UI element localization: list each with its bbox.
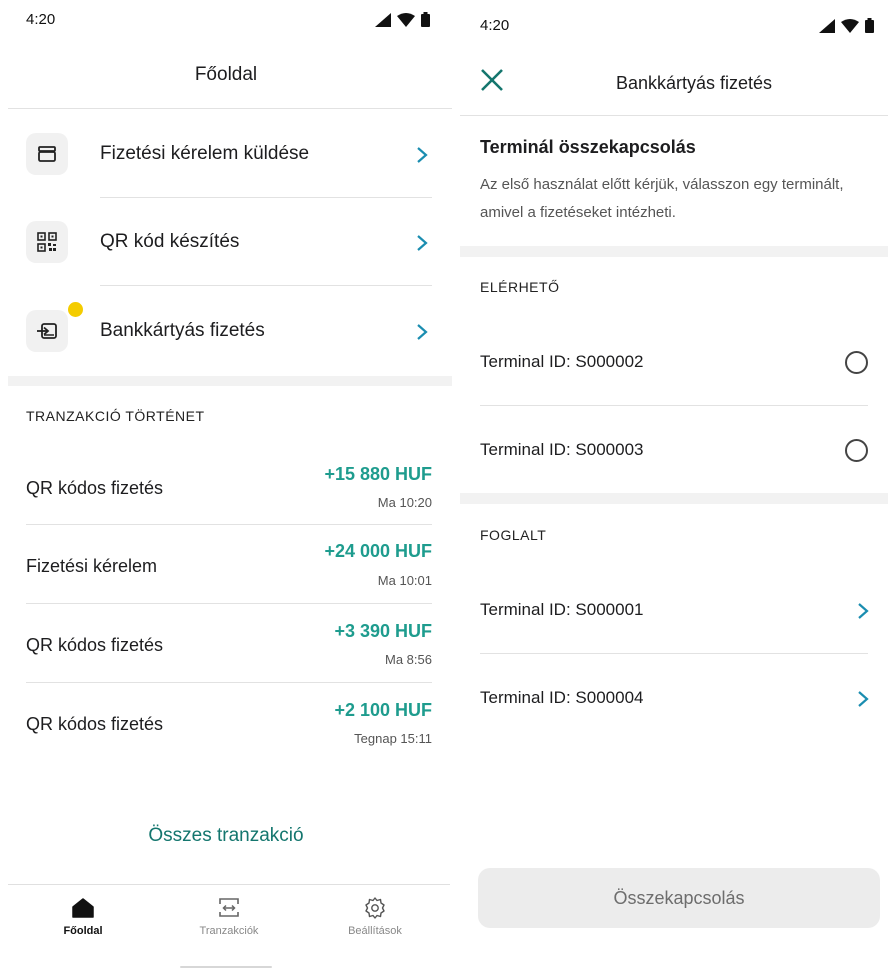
menu-item-qr-code[interactable]: QR kód készítés	[0, 199, 452, 287]
connect-button[interactable]: Összekapcsolás	[478, 868, 880, 928]
terminal-label: Terminal ID: S000002	[480, 352, 644, 371]
description-text: Az első használat előtt kérjük, válasszo…	[480, 176, 844, 221]
terminal-label: Terminal ID: S000003	[480, 440, 644, 459]
nav-label: Beállítások	[348, 925, 402, 937]
status-time: 4:20	[26, 11, 56, 28]
status-icons	[375, 12, 430, 27]
history-heading: TRANZAKCIÓ TÖRTÉNET	[26, 408, 205, 424]
wallet-icon	[26, 133, 68, 175]
menu-label: Fizetési kérelem küldése	[100, 143, 310, 164]
transaction-amount: +15 880 HUF	[324, 464, 432, 484]
nav-label: Tranzakciók	[199, 925, 259, 937]
battery-icon	[865, 18, 874, 33]
chevron-right-icon	[417, 235, 428, 251]
card-terminal-icon	[26, 310, 68, 352]
status-bar: 4:20	[460, 0, 888, 44]
section-divider	[8, 376, 452, 386]
radio-button[interactable]	[845, 439, 868, 462]
menu-item-payment-request[interactable]: Fizetési kérelem küldése	[0, 111, 452, 199]
transaction-name: QR kódos fizetés	[26, 714, 164, 734]
divider	[100, 197, 432, 198]
menu-label: Bankkártyás fizetés	[100, 320, 265, 341]
terminal-option-available[interactable]: Terminal ID: S000002	[460, 318, 888, 406]
section-title: Terminál összekapcsolás	[480, 137, 696, 157]
wifi-icon	[397, 12, 415, 27]
busy-heading: FOGLALT	[480, 527, 547, 543]
chevron-right-icon	[417, 147, 428, 163]
signal-icon	[375, 12, 391, 27]
chevron-right-icon	[858, 691, 869, 707]
terminal-option-busy[interactable]: Terminal ID: S000004	[460, 654, 888, 742]
home-indicator	[180, 966, 272, 968]
transaction-time: Ma 10:20	[377, 495, 432, 510]
all-transactions-link[interactable]: Összes tranzakció	[0, 825, 452, 847]
settings-icon	[320, 895, 430, 921]
transaction-amount: +3 390 HUF	[334, 621, 432, 641]
transaction-name: QR kódos fizetés	[26, 478, 164, 498]
transaction-time: Ma 8:56	[385, 652, 432, 667]
menu-item-card-payment[interactable]: Bankkártyás fizetés	[0, 288, 452, 376]
radio-button[interactable]	[845, 351, 868, 374]
transactions-icon	[174, 895, 284, 921]
terminal-option-busy[interactable]: Terminal ID: S000001	[460, 566, 888, 654]
menu-label: QR kód készítés	[100, 231, 240, 252]
transaction-row[interactable]: QR kódos fizetés +15 880 HUF Ma 10:20	[26, 446, 432, 525]
transaction-row[interactable]: Fizetési kérelem +24 000 HUF Ma 10:01	[26, 525, 432, 604]
nav-home[interactable]: Főoldal	[28, 895, 138, 937]
transaction-amount: +2 100 HUF	[334, 700, 432, 720]
wifi-icon	[841, 18, 859, 33]
transaction-row[interactable]: QR kódos fizetés +3 390 HUF Ma 8:56	[26, 604, 432, 683]
status-icons	[819, 18, 874, 33]
terminal-label: Terminal ID: S000004	[480, 688, 644, 707]
divider	[460, 115, 888, 116]
page-title: Főoldal	[194, 64, 258, 85]
section-divider	[460, 246, 888, 257]
chevron-right-icon	[858, 603, 869, 619]
divider	[100, 285, 432, 286]
terminal-label: Terminal ID: S000001	[480, 600, 644, 619]
qr-code-icon	[26, 221, 68, 263]
nav-transactions[interactable]: Tranzakciók	[174, 895, 284, 937]
status-bar: 4:20	[0, 0, 452, 44]
transaction-time: Ma 10:01	[377, 573, 432, 588]
signal-icon	[819, 18, 835, 33]
card-payment-screen: 4:20 Bankkártyás fizetés Terminál összek…	[460, 0, 888, 976]
bottom-nav: Főoldal Tranzakciók Beállítások	[8, 884, 450, 976]
notification-dot	[68, 302, 83, 317]
chevron-right-icon	[417, 324, 428, 340]
nav-label: Főoldal	[63, 925, 103, 937]
transaction-name: QR kódos fizetés	[26, 635, 164, 655]
status-time: 4:20	[480, 17, 510, 34]
section-divider	[460, 493, 888, 504]
page-title: Bankkártyás fizetés	[615, 73, 773, 93]
terminal-option-available[interactable]: Terminal ID: S000003	[460, 406, 888, 494]
transaction-amount: +24 000 HUF	[324, 541, 432, 561]
transaction-time: Tegnap 15:11	[354, 731, 432, 746]
transaction-name: Fizetési kérelem	[26, 556, 158, 576]
transaction-row[interactable]: QR kódos fizetés +2 100 HUF Tegnap 15:11	[26, 683, 432, 762]
home-icon	[28, 895, 138, 921]
battery-icon	[421, 12, 430, 27]
divider	[8, 108, 452, 109]
home-screen: 4:20 Főoldal Fizetési kérelem küldése QR…	[0, 0, 452, 976]
available-heading: ELÉRHETŐ	[480, 279, 560, 295]
nav-settings[interactable]: Beállítások	[320, 895, 430, 937]
